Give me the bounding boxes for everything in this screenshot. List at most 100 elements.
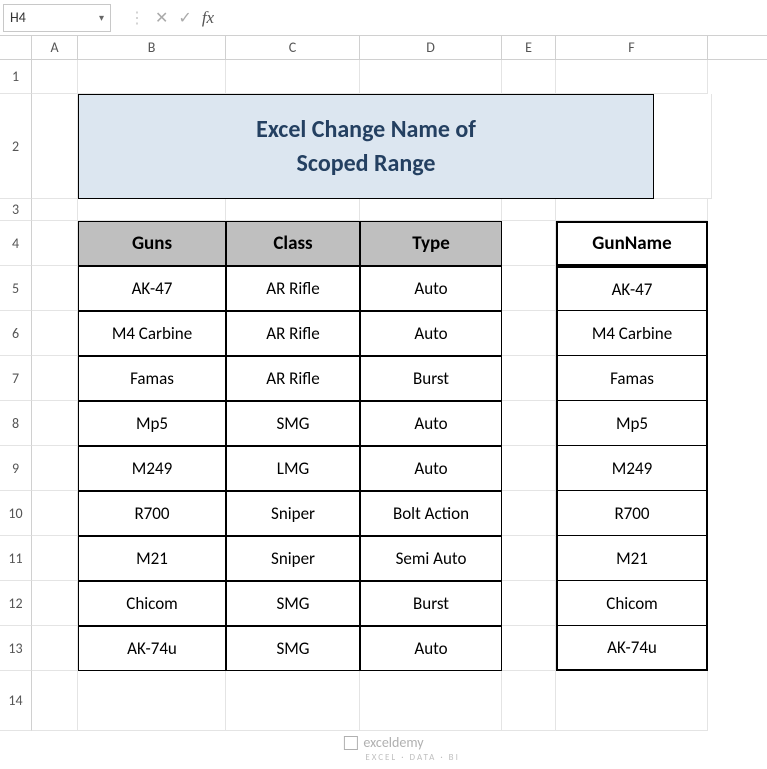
cell-e8[interactable]: [502, 401, 556, 446]
cell-a13[interactable]: [32, 626, 78, 671]
fx-icon[interactable]: fx: [202, 8, 214, 28]
col-header-d[interactable]: D: [360, 36, 502, 59]
cell-b3[interactable]: [78, 199, 226, 221]
row-header-13[interactable]: 13: [0, 626, 32, 671]
cell-a10[interactable]: [32, 491, 78, 536]
cell-c11[interactable]: Sniper: [226, 536, 360, 581]
cell-c5[interactable]: AR Rifle: [226, 266, 360, 311]
cell-a8[interactable]: [32, 401, 78, 446]
cell-f6[interactable]: M4 Carbine: [556, 311, 708, 356]
cell-d10[interactable]: Bolt Action: [360, 491, 502, 536]
cell-f13[interactable]: AK-74u: [556, 626, 708, 671]
row-header-12[interactable]: 12: [0, 581, 32, 626]
table1-header-guns[interactable]: Guns: [78, 221, 226, 266]
row-header-8[interactable]: 8: [0, 401, 32, 446]
cell-d8[interactable]: Auto: [360, 401, 502, 446]
cell-c7[interactable]: AR Rifle: [226, 356, 360, 401]
row-header-5[interactable]: 5: [0, 266, 32, 311]
cell-b9[interactable]: M249: [78, 446, 226, 491]
cell-a5[interactable]: [32, 266, 78, 311]
table2-header[interactable]: GunName: [556, 221, 708, 266]
cell-c13[interactable]: SMG: [226, 626, 360, 671]
cell-e3[interactable]: [502, 199, 556, 221]
cell-b12[interactable]: Chicom: [78, 581, 226, 626]
cancel-icon[interactable]: ✕: [155, 8, 168, 28]
table1-header-type[interactable]: Type: [360, 221, 502, 266]
cell-d13[interactable]: Auto: [360, 626, 502, 671]
cell-a4[interactable]: [32, 221, 78, 266]
select-all-corner[interactable]: [0, 36, 32, 59]
cell-d1[interactable]: [360, 60, 502, 94]
table1-header-class[interactable]: Class: [226, 221, 360, 266]
row-header-1[interactable]: 1: [0, 60, 32, 94]
cell-b14[interactable]: [78, 671, 226, 731]
cell-f1[interactable]: [556, 60, 708, 94]
cell-e1[interactable]: [502, 60, 556, 94]
chevron-down-icon[interactable]: ▾: [99, 11, 104, 24]
cell-d14[interactable]: [360, 671, 502, 731]
cell-f8[interactable]: Mp5: [556, 401, 708, 446]
cell-a14[interactable]: [32, 671, 78, 731]
cell-a12[interactable]: [32, 581, 78, 626]
cell-b1[interactable]: [78, 60, 226, 94]
cell-e5[interactable]: [502, 266, 556, 311]
cell-b11[interactable]: M21: [78, 536, 226, 581]
cell-c6[interactable]: AR Rifle: [226, 311, 360, 356]
row-header-11[interactable]: 11: [0, 536, 32, 581]
cell-a3[interactable]: [32, 199, 78, 221]
cell-d3[interactable]: [360, 199, 502, 221]
cell-b8[interactable]: Mp5: [78, 401, 226, 446]
title-cell[interactable]: Excel Change Name of Scoped Range: [78, 94, 654, 199]
cell-f2[interactable]: [654, 94, 712, 199]
cell-b5[interactable]: AK-47: [78, 266, 226, 311]
cell-b10[interactable]: R700: [78, 491, 226, 536]
cell-b13[interactable]: AK-74u: [78, 626, 226, 671]
cell-d11[interactable]: Semi Auto: [360, 536, 502, 581]
cell-f7[interactable]: Famas: [556, 356, 708, 401]
row-header-10[interactable]: 10: [0, 491, 32, 536]
cell-f14[interactable]: [556, 671, 708, 731]
col-header-e[interactable]: E: [502, 36, 556, 59]
cell-c14[interactable]: [226, 671, 360, 731]
row-header-2[interactable]: 2: [0, 94, 32, 199]
cell-d9[interactable]: Auto: [360, 446, 502, 491]
cell-a1[interactable]: [32, 60, 78, 94]
cell-e7[interactable]: [502, 356, 556, 401]
cell-c12[interactable]: SMG: [226, 581, 360, 626]
cell-e4[interactable]: [502, 221, 556, 266]
col-header-a[interactable]: A: [32, 36, 78, 59]
cell-c1[interactable]: [226, 60, 360, 94]
cell-a7[interactable]: [32, 356, 78, 401]
cell-f10[interactable]: R700: [556, 491, 708, 536]
cell-b7[interactable]: Famas: [78, 356, 226, 401]
row-header-4[interactable]: 4: [0, 221, 32, 266]
cell-d12[interactable]: Burst: [360, 581, 502, 626]
cell-f3[interactable]: [556, 199, 708, 221]
cell-f5[interactable]: AK-47: [556, 266, 708, 311]
cell-b6[interactable]: M4 Carbine: [78, 311, 226, 356]
enter-icon[interactable]: ✓: [178, 8, 191, 28]
cell-f9[interactable]: M249: [556, 446, 708, 491]
cell-c10[interactable]: Sniper: [226, 491, 360, 536]
cell-c3[interactable]: [226, 199, 360, 221]
cell-e11[interactable]: [502, 536, 556, 581]
col-header-c[interactable]: C: [226, 36, 360, 59]
cell-d5[interactable]: Auto: [360, 266, 502, 311]
cell-a11[interactable]: [32, 536, 78, 581]
row-header-3[interactable]: 3: [0, 199, 32, 221]
row-header-14[interactable]: 14: [0, 671, 32, 731]
row-header-9[interactable]: 9: [0, 446, 32, 491]
cell-a9[interactable]: [32, 446, 78, 491]
cell-e6[interactable]: [502, 311, 556, 356]
row-header-6[interactable]: 6: [0, 311, 32, 356]
cell-e12[interactable]: [502, 581, 556, 626]
cell-d6[interactable]: Auto: [360, 311, 502, 356]
cell-c8[interactable]: SMG: [226, 401, 360, 446]
col-header-f[interactable]: F: [556, 36, 708, 59]
name-box[interactable]: H4 ▾: [3, 4, 111, 32]
cell-e9[interactable]: [502, 446, 556, 491]
cell-e13[interactable]: [502, 626, 556, 671]
formula-input[interactable]: [226, 4, 767, 32]
cell-d7[interactable]: Burst: [360, 356, 502, 401]
col-header-b[interactable]: B: [78, 36, 226, 59]
